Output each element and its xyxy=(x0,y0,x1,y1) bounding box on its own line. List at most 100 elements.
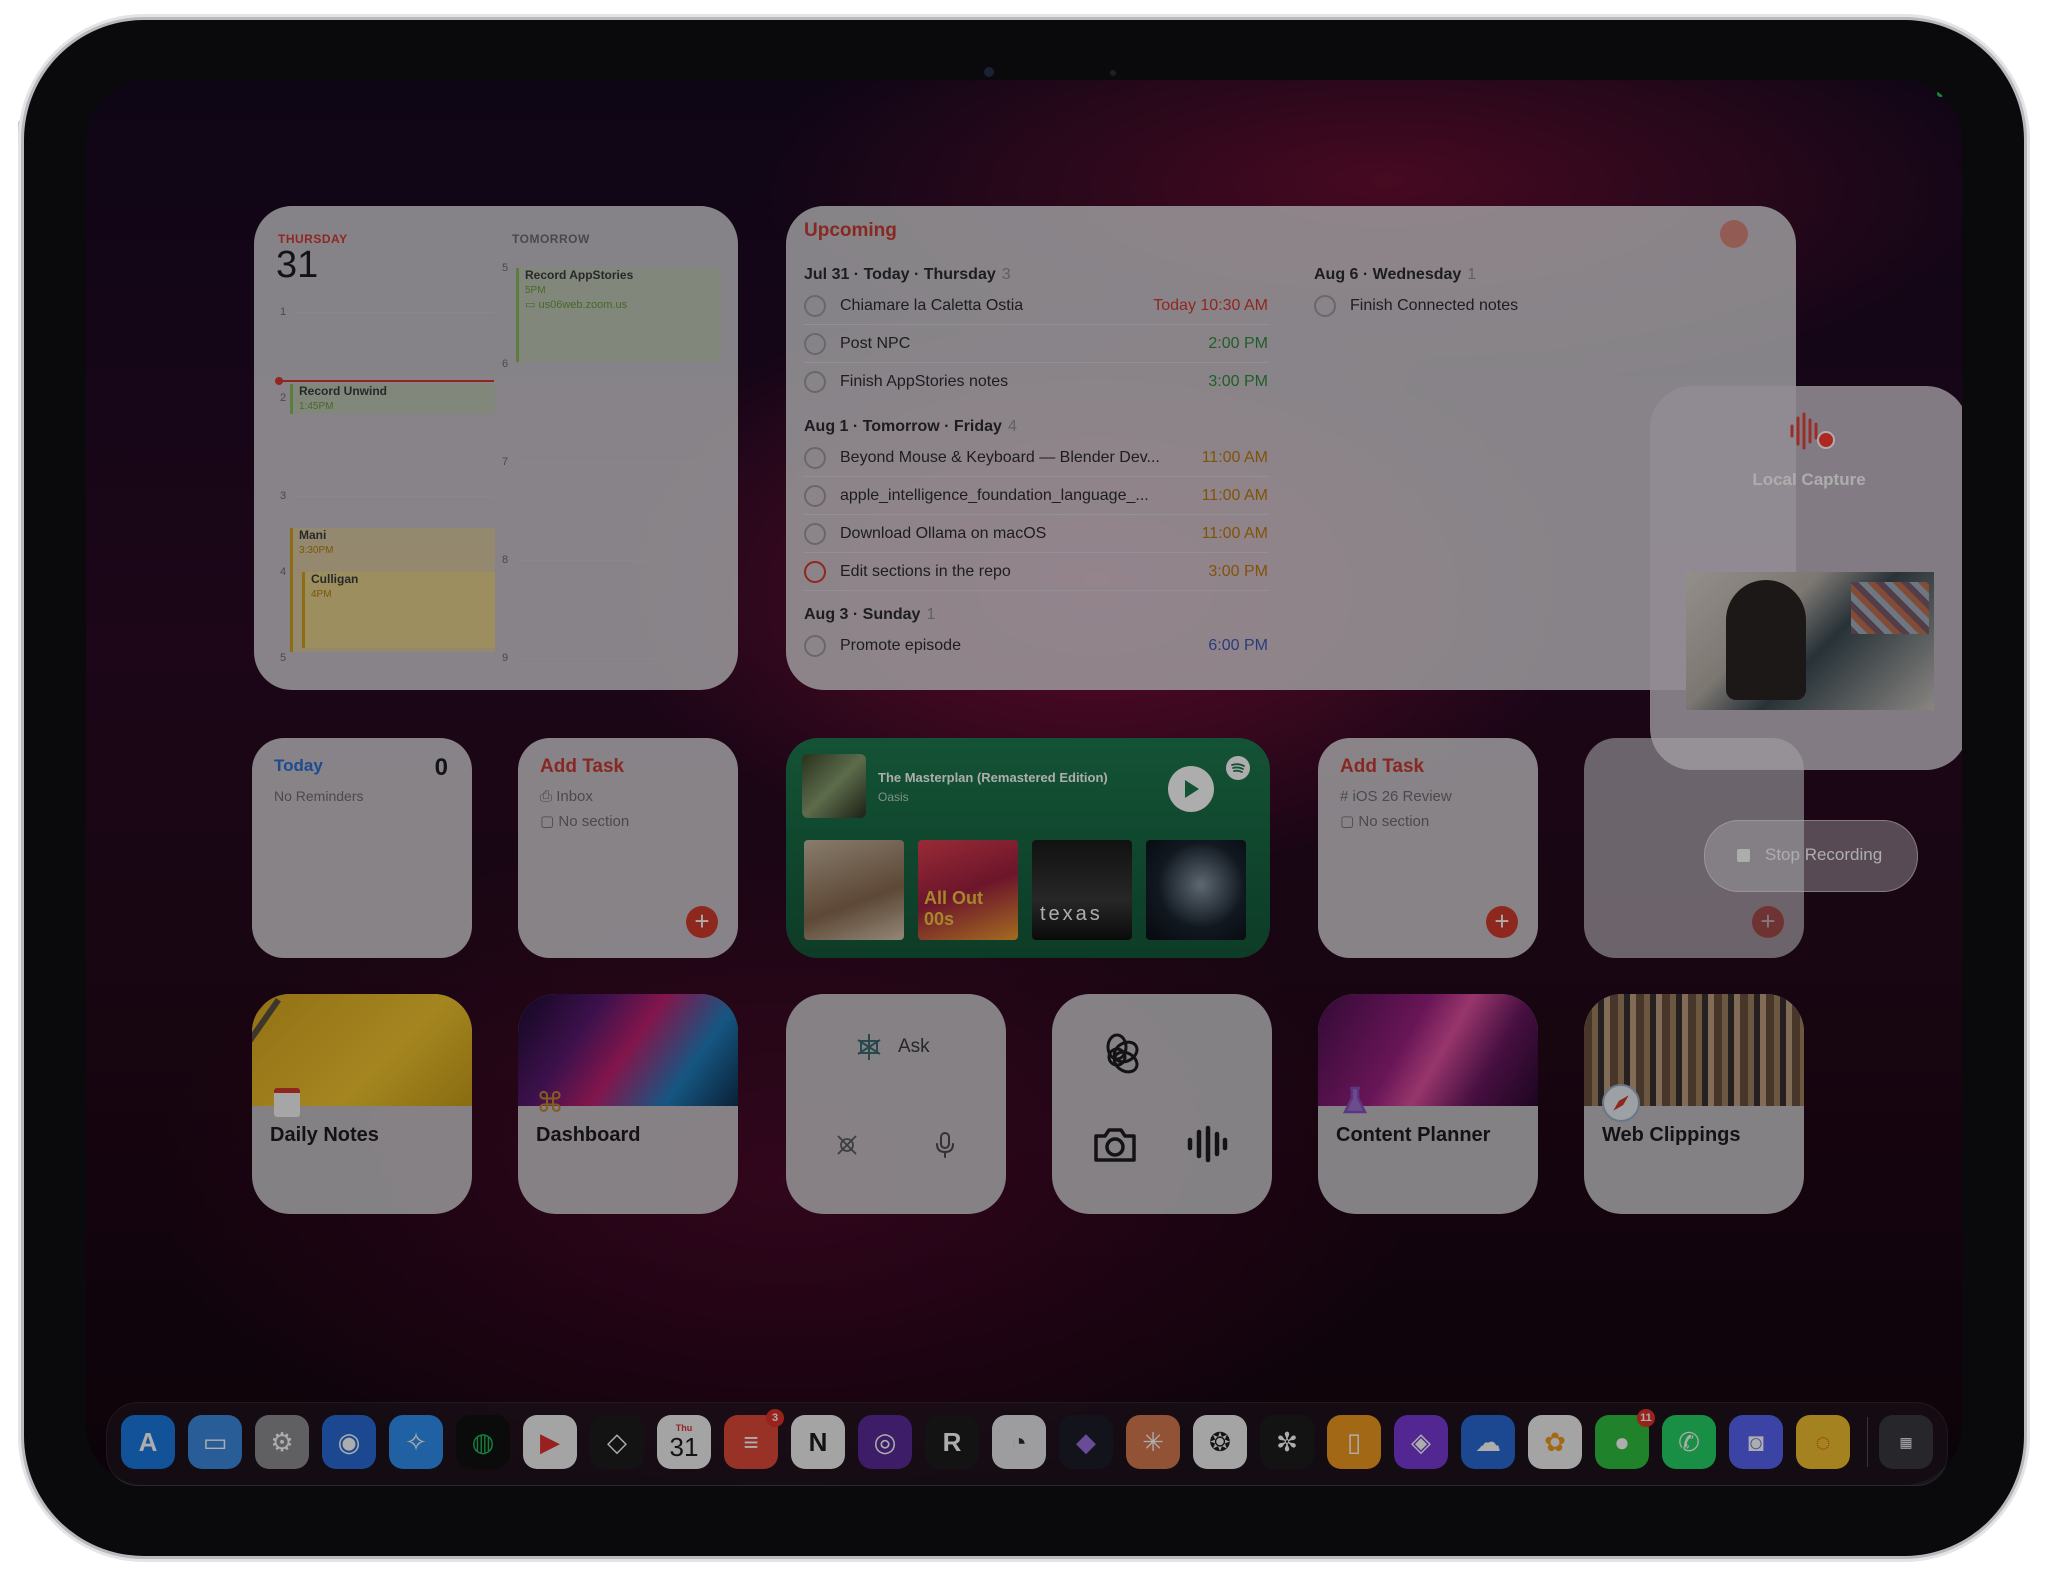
microphone-button[interactable] xyxy=(932,1130,958,1160)
video-icon: ▭ xyxy=(525,299,536,311)
add-task-plus-button[interactable]: + xyxy=(1752,906,1784,938)
chatgpt-widget[interactable] xyxy=(1052,994,1272,1214)
calendar-icon[interactable]: Thu 31 xyxy=(657,1415,711,1469)
chat-bubbles-app-icon[interactable]: ◌ xyxy=(1796,1415,1850,1469)
hash-icon: # xyxy=(1340,788,1349,805)
jar-app-icon[interactable]: ◉ xyxy=(322,1415,376,1469)
calendar-widget[interactable]: THURSDAY 31 TOMORROW 1 2 3 4 5 Record Un… xyxy=(254,206,738,690)
obsidian-icon[interactable]: ◆ xyxy=(1059,1415,1113,1469)
task-checkbox[interactable] xyxy=(804,295,826,317)
messages-icon[interactable]: ● 11 xyxy=(1595,1409,1655,1469)
spotify-icon[interactable]: ◍ xyxy=(456,1415,510,1469)
task-row[interactable]: apple_intelligence_foundation_language_.… xyxy=(804,478,1268,515)
add-task-widget[interactable]: Add Task # iOS 26 Review ▢ No section + xyxy=(1318,738,1538,958)
task-row[interactable]: Post NPC 2:00 PM xyxy=(804,326,1268,363)
web-clippings-label: Web Clippings xyxy=(1602,1124,1741,1146)
task-checkbox[interactable] xyxy=(804,561,826,583)
album-tile[interactable]: texas xyxy=(1032,840,1132,940)
section-icon: ▢ xyxy=(1340,813,1355,830)
person-silhouette xyxy=(1726,580,1806,700)
layers-app-icon[interactable]: ◇ xyxy=(590,1415,644,1469)
todoist-icon[interactable]: ≡ 3 xyxy=(724,1409,784,1469)
hour-label: 9 xyxy=(502,652,509,664)
task-checkbox[interactable] xyxy=(804,635,826,657)
task-checkbox[interactable] xyxy=(804,333,826,355)
camera-icon xyxy=(1094,1128,1136,1162)
current-time-line xyxy=(278,380,494,382)
task-checkbox[interactable] xyxy=(1314,295,1336,317)
web-clippings-widget[interactable]: Web Clippings xyxy=(1584,994,1804,1214)
app-library-icon[interactable]: ▦ xyxy=(1879,1415,1933,1469)
perplexity-icon[interactable]: ✼ xyxy=(1260,1415,1314,1469)
section-label: No section xyxy=(1358,813,1430,830)
stop-recording-button[interactable]: Stop Recording xyxy=(1704,820,1918,892)
album-tile[interactable]: All Out 00s xyxy=(918,840,1018,940)
task-row[interactable]: Promote episode 6:00 PM xyxy=(804,628,1268,664)
task-checkbox[interactable] xyxy=(804,371,826,393)
task-name: Finish AppStories notes xyxy=(840,373,1009,390)
task-checkbox[interactable] xyxy=(804,447,826,469)
task-time: 2:00 PM xyxy=(1208,335,1268,352)
reminders-subtitle: No Reminders xyxy=(274,788,364,804)
calendar-event[interactable]: Record AppStories 5PM ▭ us06web.zoom.us xyxy=(516,268,721,362)
hour-label: 7 xyxy=(502,456,509,468)
album-tile[interactable] xyxy=(1146,840,1246,940)
play-button[interactable] xyxy=(1168,766,1214,812)
track-artist: Oasis xyxy=(878,790,909,804)
task-checkbox[interactable] xyxy=(804,523,826,545)
chatgpt-icon[interactable]: ❂ xyxy=(1193,1415,1247,1469)
calendar-event[interactable]: Culligan 4PM xyxy=(302,572,495,648)
ask-label: Ask xyxy=(898,1036,930,1057)
perplexity-widget[interactable]: Ask xyxy=(786,994,1006,1214)
microphone-icon xyxy=(936,1132,954,1158)
task-row[interactable]: Finish Connected notes xyxy=(1314,288,1654,324)
stop-icon xyxy=(1737,849,1750,862)
tomorrow-label: TOMORROW xyxy=(512,232,590,246)
add-task-widget[interactable]: Add Task ⎙ Inbox ▢ No section + xyxy=(518,738,738,958)
task-checkbox[interactable] xyxy=(804,485,826,507)
album-tile[interactable] xyxy=(804,840,904,940)
notion-icon[interactable]: N xyxy=(791,1415,845,1469)
section-label: Jul 31 · Today · Thursday xyxy=(804,266,996,283)
task-row[interactable]: Finish AppStories notes 3:00 PM xyxy=(804,364,1268,400)
task-row[interactable]: Beyond Mouse & Keyboard — Blender Dev...… xyxy=(804,440,1268,477)
task-row[interactable]: Chiamare la Caletta Ostia Today 10:30 AM xyxy=(804,288,1268,325)
youtube-icon[interactable]: ▶ xyxy=(523,1415,577,1469)
claude-icon[interactable]: ✳ xyxy=(1126,1415,1180,1469)
discord-icon[interactable]: ◙ xyxy=(1729,1415,1783,1469)
settings-icon[interactable]: ⚙ xyxy=(255,1415,309,1469)
whatsapp-icon[interactable]: ✆ xyxy=(1662,1415,1716,1469)
calendar-event[interactable]: Record Unwind 1:45PM xyxy=(290,384,495,414)
task-row[interactable]: Download Ollama on macOS 11:00 AM xyxy=(804,516,1268,553)
task-row[interactable]: Edit sections in the repo 3:00 PM xyxy=(804,554,1268,591)
project-label: iOS 26 Review xyxy=(1352,788,1452,805)
voice-mode-button[interactable] xyxy=(1184,1124,1230,1164)
shortcuts-icon[interactable]: ◈ xyxy=(1394,1415,1448,1469)
add-task-button[interactable] xyxy=(1720,220,1748,248)
add-task-plus-button[interactable]: + xyxy=(686,906,718,938)
rss-reader-icon[interactable]: ◔ xyxy=(992,1415,1046,1469)
camera-button[interactable] xyxy=(1092,1124,1138,1164)
files-icon[interactable]: ▭ xyxy=(188,1415,242,1469)
notification-badge: 3 xyxy=(766,1409,784,1427)
chatgpt-button[interactable] xyxy=(1092,1032,1142,1082)
ask-button[interactable]: Ask xyxy=(854,1030,944,1064)
upcoming-widget[interactable]: Upcoming Jul 31 · Today · Thursday 3 Chia… xyxy=(786,206,1796,690)
content-planner-widget[interactable]: Content Planner xyxy=(1318,994,1538,1214)
readwise-icon[interactable]: R xyxy=(925,1415,979,1469)
reminders-widget[interactable]: Today 0 No Reminders xyxy=(252,738,472,958)
wall-poster xyxy=(1851,582,1929,634)
perplexity-small-icon[interactable] xyxy=(834,1132,860,1158)
cloud-app-icon[interactable]: ☁ xyxy=(1461,1415,1515,1469)
hour-label: 1 xyxy=(280,306,287,318)
dashboard-widget[interactable]: ⌘ Dashboard xyxy=(518,994,738,1214)
local-capture-panel[interactable]: Local Capture xyxy=(1650,386,1962,770)
spotify-widget[interactable]: The Masterplan (Remastered Edition) Oasi… xyxy=(786,738,1270,958)
add-task-plus-button[interactable]: + xyxy=(1486,906,1518,938)
daily-notes-widget[interactable]: Daily Notes xyxy=(252,994,472,1214)
iphone-mirroring-icon[interactable]: ▯ xyxy=(1327,1415,1381,1469)
safari-icon[interactable]: ✧ xyxy=(389,1415,443,1469)
photos-icon[interactable]: ✿ xyxy=(1528,1415,1582,1469)
fingerprint-app-icon[interactable]: ◎ xyxy=(858,1415,912,1469)
app-store-icon[interactable]: A xyxy=(121,1415,175,1469)
